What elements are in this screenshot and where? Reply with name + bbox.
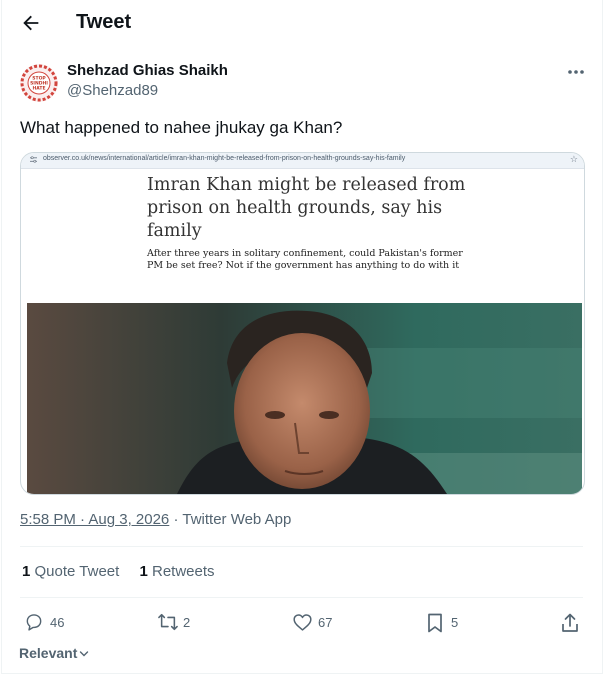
tweet-text: What happened to nahee jhukay ga Khan? xyxy=(20,118,343,137)
card-photo xyxy=(27,303,582,494)
sort-label: Relevant xyxy=(19,645,78,661)
tweet-stats: 1 Quote Tweet 1 Retweets xyxy=(22,563,231,580)
quote-tweets-count: 1 xyxy=(22,563,31,580)
author-handle[interactable]: @Shehzad89 xyxy=(67,82,158,99)
like-count: 67 xyxy=(318,615,333,630)
divider xyxy=(20,546,583,547)
page-title: Tweet xyxy=(76,11,132,33)
card-url: observer.co.uk/news/international/articl… xyxy=(43,155,406,162)
browser-url-bar: observer.co.uk/news/international/articl… xyxy=(21,153,584,169)
retweets-label: Retweets xyxy=(151,563,215,580)
divider xyxy=(20,597,583,598)
quote-tweets-stat[interactable]: 1 Quote Tweet xyxy=(22,563,119,580)
retweet-icon xyxy=(158,613,178,631)
card-headline: Imran Khan might be released from prison… xyxy=(147,175,466,241)
retweets-count: 1 xyxy=(139,563,148,580)
bookmark-star-icon: ☆ xyxy=(569,154,578,164)
tweet-source: Twitter Web App xyxy=(182,511,292,528)
article-card[interactable]: observer.co.uk/news/international/articl… xyxy=(20,152,585,495)
back-arrow-icon[interactable] xyxy=(20,12,42,34)
sort-replies-dropdown[interactable]: Relevant xyxy=(19,645,90,661)
bookmark-icon xyxy=(428,613,442,633)
retweet-count: 2 xyxy=(183,615,191,630)
bookmark-count: 5 xyxy=(451,615,459,630)
card-standfirst: After three years in solitary confinemen… xyxy=(147,248,463,271)
author-display-name[interactable]: Shehzad Ghias Shaikh xyxy=(67,62,228,79)
chevron-down-icon xyxy=(80,651,89,657)
retweets-stat[interactable]: 1 Retweets xyxy=(139,563,214,580)
site-settings-icon xyxy=(30,156,37,163)
svg-text:HATE: HATE xyxy=(32,86,45,92)
quote-tweets-label: Quote Tweet xyxy=(34,563,120,580)
reply-count: 46 xyxy=(50,615,65,630)
reply-icon xyxy=(26,614,42,631)
tweet-timestamp[interactable]: 5:58 PM · Aug 3, 2026 xyxy=(20,511,169,528)
stop-sindhi-hate-logo-icon: STOP SINDHI HATE xyxy=(20,64,58,102)
share-icon xyxy=(562,613,578,632)
header: Tweet xyxy=(0,0,603,46)
more-options-icon[interactable] xyxy=(565,62,587,82)
heart-icon xyxy=(293,614,312,631)
tweet-meta: 5:58 PM · Aug 3, 2026 · Twitter Web App xyxy=(20,511,291,528)
avatar[interactable]: STOP SINDHI HATE xyxy=(20,64,58,102)
